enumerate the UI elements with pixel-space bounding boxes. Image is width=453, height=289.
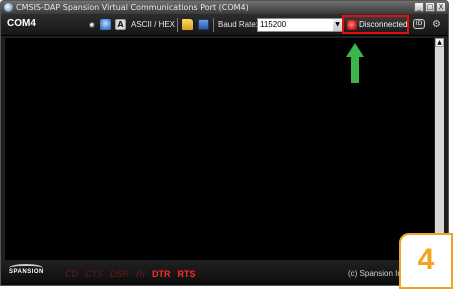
port-label: COM4 — [7, 18, 36, 29]
status-bar: SPANSION CD CTS DSR RI DTR RTS (c) Spans… — [1, 261, 448, 285]
toolbar-separator — [213, 18, 214, 32]
wrench-icon[interactable]: ⚙ — [431, 19, 442, 30]
chevron-down-icon[interactable]: ▼ — [333, 19, 342, 31]
save-icon[interactable] — [198, 19, 209, 30]
terminal-output[interactable] — [5, 38, 434, 260]
signal-ri: RI — [136, 269, 146, 279]
app-icon[interactable] — [4, 3, 13, 12]
scroll-up-icon[interactable]: ▲ — [435, 38, 444, 47]
signal-cd: CD — [65, 269, 78, 279]
baud-rate-label: Baud Rate: — [218, 20, 259, 29]
folder-open-icon[interactable] — [182, 19, 193, 30]
connection-status-label: Disconnected — [359, 20, 408, 29]
toolbar-separator — [177, 18, 178, 32]
toolbar: COM4 A ASCII / HEX Baud Rate: 115200 ▼ D… — [1, 14, 448, 36]
id-icon[interactable]: ID — [413, 19, 425, 29]
users-icon[interactable] — [100, 19, 111, 30]
signal-indicators: CD CTS DSR RI DTR RTS — [65, 269, 196, 279]
window-controls: _ □ X — [414, 2, 446, 12]
maximize-button[interactable]: □ — [425, 2, 435, 12]
app-window: CMSIS-DAP Spansion Virtual Communication… — [0, 0, 449, 286]
copyright-text: (c) Spansion Inc — [348, 269, 406, 278]
record-icon[interactable] — [89, 22, 95, 28]
spansion-logo: SPANSION — [9, 269, 44, 275]
baud-rate-select[interactable]: 115200 ▼ — [257, 18, 343, 32]
disconnected-button[interactable]: Disconnected — [342, 15, 409, 34]
signal-dsr: DSR — [110, 269, 130, 279]
signal-cts: CTS — [85, 269, 103, 279]
ascii-icon[interactable]: A — [115, 19, 126, 30]
step-badge: 4 — [399, 233, 453, 289]
window-title: CMSIS-DAP Spansion Virtual Communication… — [16, 3, 249, 12]
ascii-hex-toggle[interactable]: ASCII / HEX — [131, 20, 175, 29]
step-number: 4 — [417, 243, 435, 276]
minimize-button[interactable]: _ — [414, 2, 424, 12]
plug-icon — [347, 20, 357, 30]
green-arrow-annotation — [346, 43, 364, 83]
title-bar: CMSIS-DAP Spansion Virtual Communication… — [1, 1, 448, 14]
vertical-scrollbar[interactable]: ▲ — [435, 38, 444, 260]
signal-dtr: DTR — [152, 269, 171, 279]
signal-rts: RTS — [177, 269, 196, 279]
close-button[interactable]: X — [436, 2, 446, 12]
baud-rate-value: 115200 — [260, 20, 287, 29]
